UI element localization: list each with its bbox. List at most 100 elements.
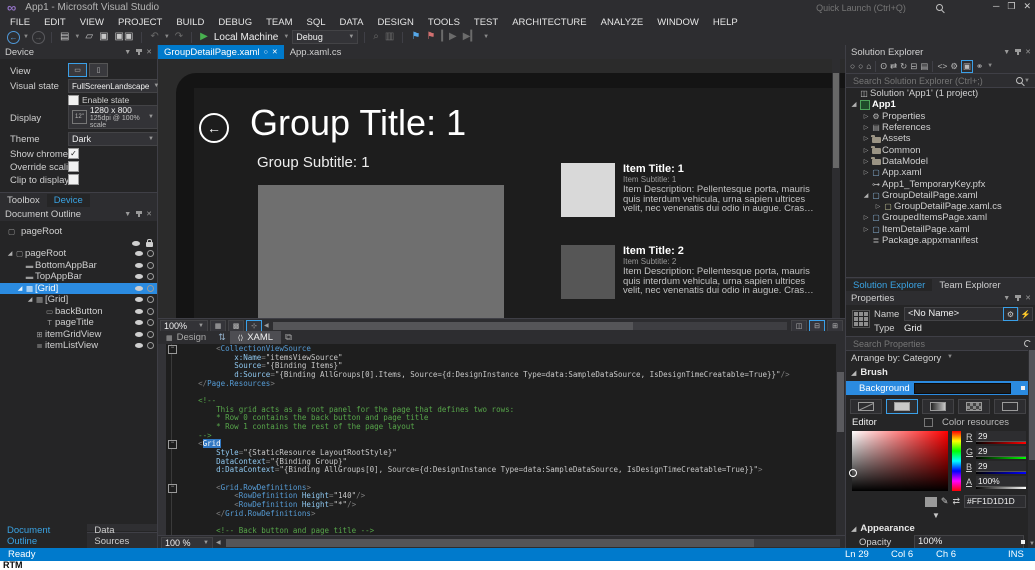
property-marker-icon[interactable]: [1021, 386, 1025, 390]
tab-data-sources[interactable]: Data Sources: [87, 524, 157, 549]
solution-item-assets[interactable]: ▷Assets: [846, 133, 1035, 144]
expander-icon[interactable]: ▷: [862, 158, 870, 165]
expander-icon[interactable]: ▷: [862, 214, 870, 221]
pin-icon[interactable]: [138, 49, 140, 55]
initial-color-swatch[interactable]: [925, 497, 937, 507]
visibility-eye-icon[interactable]: [135, 309, 143, 314]
hscroll-left-arrow-icon[interactable]: ◀: [216, 539, 221, 546]
preview-selected-items-icon[interactable]: ▣: [961, 60, 973, 73]
group-title[interactable]: Group Title: 1: [250, 102, 466, 144]
window-position-caret-icon[interactable]: ▼: [124, 211, 131, 218]
split-horizontal-icon[interactable]: ⊟: [809, 320, 825, 332]
visibility-eye-icon[interactable]: [135, 286, 143, 291]
image-brush-button[interactable]: [958, 399, 990, 414]
show-grid-icon[interactable]: ▦: [210, 320, 226, 332]
solution-search-input[interactable]: [851, 75, 1016, 87]
solution-item-app-xaml[interactable]: ▷App.xaml: [846, 167, 1035, 178]
navigate-forward-icon[interactable]: →: [32, 31, 45, 44]
open-file-icon[interactable]: ▱: [83, 30, 95, 44]
pin-icon[interactable]: [1017, 295, 1019, 301]
group-subtitle[interactable]: Group Subtitle: 1: [257, 154, 370, 171]
visibility-eye-icon[interactable]: [135, 343, 143, 348]
code-zoom-dropdown[interactable]: 100 %▼: [161, 537, 213, 549]
close-panel-icon[interactable]: ✕: [146, 210, 152, 218]
configuration-dropdown[interactable]: Debug▼: [292, 30, 358, 44]
tab-color-resources[interactable]: Color resources: [942, 417, 1009, 428]
display-dropdown[interactable]: 12" 1280 x 800 125dpi @ 100% scale ▼: [68, 105, 158, 129]
collapse-all-icon[interactable]: ⊟: [910, 61, 917, 72]
undo-icon[interactable]: ↶: [148, 30, 160, 44]
hue-slider[interactable]: [952, 431, 961, 491]
template-brush-button[interactable]: [994, 399, 1026, 414]
run-target-label[interactable]: Local Machine: [214, 32, 278, 43]
tab-xaml[interactable]: ⟨⟩ XAML: [230, 331, 281, 344]
menu-test[interactable]: TEST: [467, 17, 505, 28]
hscroll-left-arrow-icon[interactable]: ◀: [264, 322, 269, 329]
xaml-code-editor[interactable]: −−− <CollectionViewSource x:Name="itemsV…: [158, 344, 845, 535]
visibility-eye-icon[interactable]: [135, 263, 143, 268]
se-back-icon[interactable]: ○: [850, 61, 855, 71]
expander-icon[interactable]: ▷: [862, 169, 870, 176]
breakpoint-margin[interactable]: [158, 344, 166, 535]
menu-file[interactable]: FILE: [3, 17, 37, 28]
tab-close-icon[interactable]: ✕: [272, 48, 278, 56]
solid-brush-button[interactable]: [886, 399, 918, 414]
channel-slider[interactable]: [976, 472, 1026, 474]
tab-editor[interactable]: Editor: [852, 417, 877, 428]
channel-value-input[interactable]: 29: [976, 446, 1026, 457]
save-all-icon[interactable]: ▣▣: [113, 30, 136, 44]
visibility-eye-icon[interactable]: [135, 320, 143, 325]
restore-button[interactable]: ❒: [1007, 1, 1015, 12]
lock-ring-icon[interactable]: [147, 273, 154, 280]
gradient-brush-button[interactable]: [922, 399, 954, 414]
lock-ring-icon[interactable]: [147, 296, 154, 303]
close-panel-icon[interactable]: ✕: [146, 48, 152, 56]
lock-ring-icon[interactable]: [147, 331, 154, 338]
menu-window[interactable]: WINDOW: [650, 17, 706, 28]
add-color-resource-icon[interactable]: [924, 418, 933, 427]
group-image-placeholder[interactable]: [258, 185, 504, 318]
arrange-by-caret-icon[interactable]: ▼: [946, 354, 954, 360]
tab-device[interactable]: Device: [47, 194, 90, 208]
solution-item-groupdetailpage-xaml-cs[interactable]: ▷GroupDetailPage.xaml.cs: [846, 201, 1035, 212]
navigate-to-icon[interactable]: ▥: [383, 30, 396, 44]
code-line[interactable]: * Row 1 contains the rest of the page la…: [180, 423, 835, 432]
home-icon[interactable]: ⌂: [866, 61, 871, 71]
collapse-editor-chevron-icon[interactable]: ▼: [846, 511, 1026, 520]
outline-item-itemgridview[interactable]: ⊞itemGridView: [0, 329, 157, 341]
list-item[interactable]: Item Title: 2Item Subtitle: 2Item Descri…: [561, 245, 845, 299]
window-position-caret-icon[interactable]: ▼: [1003, 295, 1010, 302]
menu-debug[interactable]: DEBUG: [211, 17, 259, 28]
outline-item-grid[interactable]: ◢▦[Grid]: [0, 283, 157, 295]
swap-color-icon[interactable]: ⇄: [952, 496, 960, 507]
code-line[interactable]: </Page.Resources>: [180, 380, 835, 389]
properties-icon[interactable]: ⚙: [950, 61, 958, 72]
visibility-eye-icon[interactable]: [135, 274, 143, 279]
designer-zoom-dropdown[interactable]: 100%▼: [160, 320, 208, 332]
code-line[interactable]: <!-- Back button and page title -->: [180, 527, 835, 535]
clip-to-display-checkbox[interactable]: [68, 174, 79, 185]
solution-item-datamodel[interactable]: ▷DataModel: [846, 156, 1035, 167]
brush-section-header[interactable]: ◢Brush: [851, 367, 888, 378]
close-button[interactable]: ✕: [1023, 1, 1031, 12]
solution-item-itemdetailpage-xaml[interactable]: ▷ItemDetailPage.xaml: [846, 224, 1035, 235]
expander-icon[interactable]: ◢: [6, 250, 14, 257]
outline-item-pageroot[interactable]: ◢▢pageRoot: [0, 248, 157, 260]
new-project-icon[interactable]: ▤: [58, 30, 71, 44]
back-button[interactable]: ←: [199, 113, 229, 143]
collapse-region-icon[interactable]: −: [168, 345, 177, 354]
item-thumbnail[interactable]: [561, 245, 615, 299]
outline-item-itemlistview[interactable]: ≣itemListView: [0, 340, 157, 352]
expander-icon[interactable]: ▷: [862, 226, 870, 233]
design-page[interactable]: ← Group Title: 1 Group Subtitle: 1 Item …: [194, 88, 845, 318]
minimize-button[interactable]: ─: [993, 1, 999, 12]
visibility-eye-icon[interactable]: [135, 297, 143, 302]
save-icon[interactable]: ▣: [97, 30, 110, 44]
menu-data[interactable]: DATA: [333, 17, 371, 28]
redo-icon[interactable]: ↷: [173, 30, 185, 44]
bookmark-prev-icon[interactable]: ▎▶: [439, 30, 458, 44]
swap-panes-icon[interactable]: ⇅: [214, 332, 230, 343]
tab-app-xaml-cs[interactable]: App.xaml.cs: [284, 45, 348, 59]
channel-slider[interactable]: [976, 457, 1026, 459]
code-line[interactable]: d:Source="{Binding AllGroups[0].Items, S…: [180, 371, 835, 380]
